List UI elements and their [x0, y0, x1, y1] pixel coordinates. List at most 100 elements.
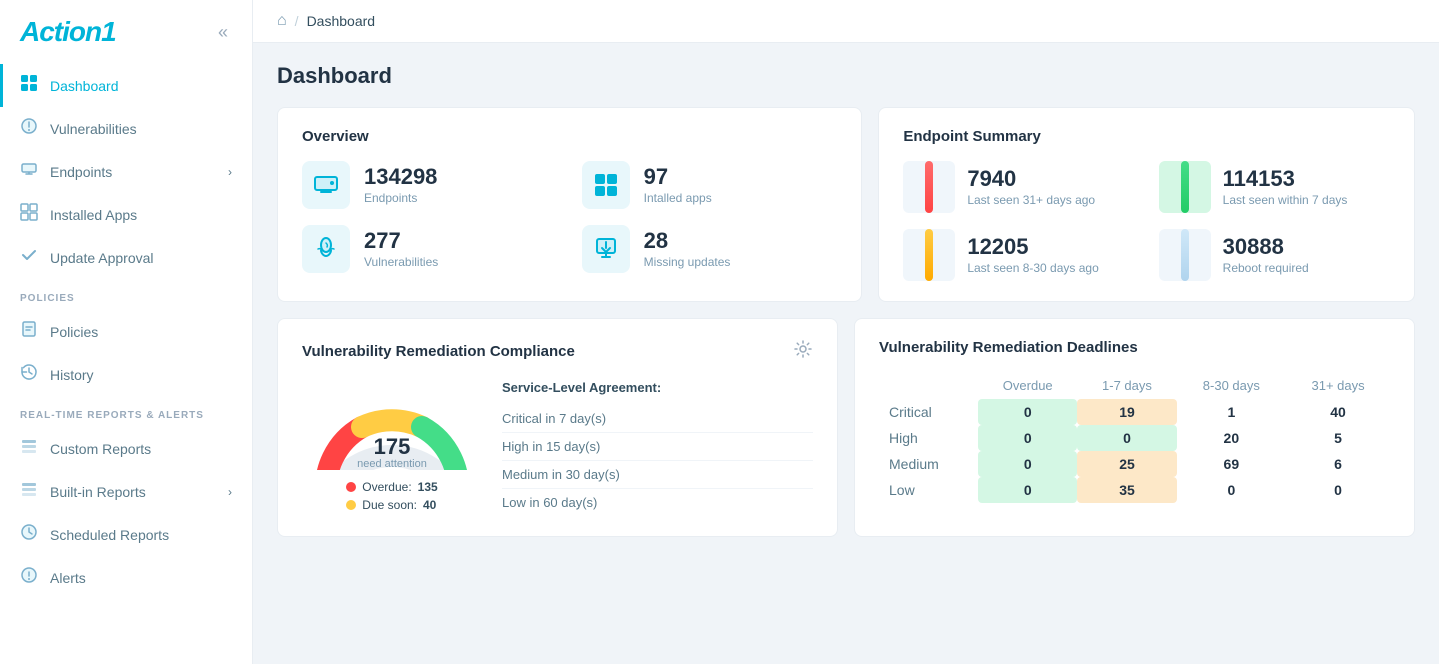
legend-items: Overdue: 135 Due soon: 40: [346, 480, 437, 516]
severity-label: Medium: [879, 451, 978, 477]
table-row-medium: Medium 0 25 69 6: [879, 451, 1390, 477]
endpoint-icon-box-light: [1159, 229, 1211, 281]
overdue-cell: 0: [978, 451, 1077, 477]
endpoint-icon-box-green: [1159, 161, 1211, 213]
sidebar-item-dashboard[interactable]: Dashboard: [0, 64, 252, 107]
sidebar-item-installed-apps[interactable]: Installed Apps: [0, 193, 252, 236]
legend-overdue: Overdue: 135: [346, 480, 437, 494]
sidebar-item-custom-reports[interactable]: Custom Reports: [0, 427, 252, 470]
sidebar-item-label: Endpoints: [50, 164, 112, 180]
top-cards-row: Overview 134298 Endpoints: [277, 107, 1415, 302]
endpoints-icon: [20, 160, 38, 183]
endpoint-label: Last seen 8-30 days ago: [967, 261, 1098, 275]
page-title: Dashboard: [277, 63, 1415, 89]
table-row-low: Low 0 35 0 0: [879, 477, 1390, 503]
sidebar-item-vulnerabilities[interactable]: Vulnerabilities: [0, 107, 252, 150]
table-row-critical: Critical 0 19 1 40: [879, 399, 1390, 425]
endpoint-bar-red: [925, 161, 933, 213]
severity-label: Critical: [879, 399, 978, 425]
overview-item-data: 28 Missing updates: [644, 229, 731, 269]
sidebar-item-builtin-reports[interactable]: Built-in Reports ›: [0, 470, 252, 513]
overdue-cell: 0: [978, 399, 1077, 425]
sidebar-item-policies[interactable]: Policies: [0, 310, 252, 353]
endpoint-value: 114153: [1223, 167, 1348, 191]
chevron-right-icon: ›: [228, 165, 232, 179]
8-30-cell: 1: [1177, 399, 1287, 425]
sidebar: Action1 « Dashboard Vulnerabilities Endp…: [0, 0, 253, 664]
overview-item-updates: 28 Missing updates: [582, 225, 838, 273]
deadlines-title: Vulnerability Remediation Deadlines: [879, 339, 1390, 356]
endpoint-bar-light: [1181, 229, 1189, 281]
endpoint-item-data: 12205 Last seen 8-30 days ago: [967, 235, 1098, 275]
sla-item-critical: Critical in 7 day(s): [502, 405, 813, 433]
vulns-icon: [302, 225, 350, 273]
compliance-body: 175 need attention Overdue: 135: [302, 380, 813, 516]
endpoint-item-8-30: 12205 Last seen 8-30 days ago: [903, 229, 1134, 281]
endpoint-item-data: 30888 Reboot required: [1223, 235, 1309, 275]
policies-section-label: POLICIES: [0, 279, 252, 310]
sidebar-item-label: History: [50, 367, 94, 383]
endpoint-icon-box-yellow: [903, 229, 955, 281]
sidebar-item-scheduled-reports[interactable]: Scheduled Reports: [0, 513, 252, 556]
overview-grid: 134298 Endpoints 97 Intalled apps: [302, 161, 837, 273]
sla-item-medium: Medium in 30 day(s): [502, 461, 813, 489]
col-severity: [879, 372, 978, 399]
endpoint-summary-title: Endpoint Summary: [903, 128, 1390, 145]
overview-card: Overview 134298 Endpoints: [277, 107, 862, 302]
breadcrumb-separator: /: [295, 13, 299, 29]
reports-section-label: REAL-TIME REPORTS & ALERTS: [0, 396, 252, 427]
overview-value: 28: [644, 229, 731, 253]
1-7-cell: 25: [1077, 451, 1176, 477]
due-soon-label: Due soon:: [362, 498, 417, 512]
overdue-dot: [346, 482, 356, 492]
overview-item-endpoints: 134298 Endpoints: [302, 161, 558, 209]
brand-logo: Action1: [20, 16, 116, 48]
sla-section: Service-Level Agreement: Critical in 7 d…: [502, 380, 813, 516]
home-icon[interactable]: ⌂: [277, 12, 287, 30]
compliance-header: Vulnerability Remediation Compliance: [302, 339, 813, 364]
compliance-title: Vulnerability Remediation Compliance: [302, 343, 575, 360]
settings-button[interactable]: [793, 339, 813, 364]
endpoints-icon: [302, 161, 350, 209]
endpoint-label: Last seen within 7 days: [1223, 193, 1348, 207]
endpoint-item-data: 114153 Last seen within 7 days: [1223, 167, 1348, 207]
collapse-button[interactable]: «: [214, 18, 232, 47]
col-31plus: 31+ days: [1286, 372, 1390, 399]
gauge-sub: need attention: [357, 458, 427, 470]
1-7-cell: 35: [1077, 477, 1176, 503]
history-icon: [20, 363, 38, 386]
sidebar-item-label: Policies: [50, 324, 98, 340]
31plus-cell: 0: [1286, 477, 1390, 503]
col-1-7: 1-7 days: [1077, 372, 1176, 399]
sidebar-item-update-approval[interactable]: Update Approval: [0, 236, 252, 279]
logo-area: Action1 «: [0, 0, 252, 64]
overview-item-apps: 97 Intalled apps: [582, 161, 838, 209]
sidebar-item-alerts[interactable]: Alerts: [0, 556, 252, 599]
compliance-card: Vulnerability Remediation Compliance: [277, 318, 838, 537]
overview-label: Endpoints: [364, 191, 437, 205]
deadlines-header-row: Overdue 1-7 days 8-30 days 31+ days: [879, 372, 1390, 399]
overview-value: 277: [364, 229, 438, 253]
sidebar-item-history[interactable]: History: [0, 353, 252, 396]
content-area: Dashboard Overview 134298 Endpoints: [253, 43, 1439, 664]
update-approval-icon: [20, 246, 38, 269]
sla-item-low: Low in 60 day(s): [502, 489, 813, 516]
overdue-cell: 0: [978, 425, 1077, 451]
bottom-cards-row: Vulnerability Remediation Compliance: [277, 318, 1415, 537]
sidebar-item-label: Alerts: [50, 570, 86, 586]
gauge-section: 175 need attention Overdue: 135: [302, 380, 482, 516]
sidebar-item-label: Built-in Reports: [50, 484, 146, 500]
31plus-cell: 5: [1286, 425, 1390, 451]
severity-label: High: [879, 425, 978, 451]
endpoint-item-reboot: 30888 Reboot required: [1159, 229, 1390, 281]
sidebar-item-label: Custom Reports: [50, 441, 151, 457]
custom-reports-icon: [20, 437, 38, 460]
8-30-cell: 20: [1177, 425, 1287, 451]
sidebar-item-label: Dashboard: [50, 78, 119, 94]
overview-item-vulns: 277 Vulnerabilities: [302, 225, 558, 273]
sidebar-item-endpoints[interactable]: Endpoints ›: [0, 150, 252, 193]
1-7-cell: 19: [1077, 399, 1176, 425]
updates-icon: [582, 225, 630, 273]
overview-title: Overview: [302, 128, 837, 145]
overview-value: 97: [644, 165, 712, 189]
